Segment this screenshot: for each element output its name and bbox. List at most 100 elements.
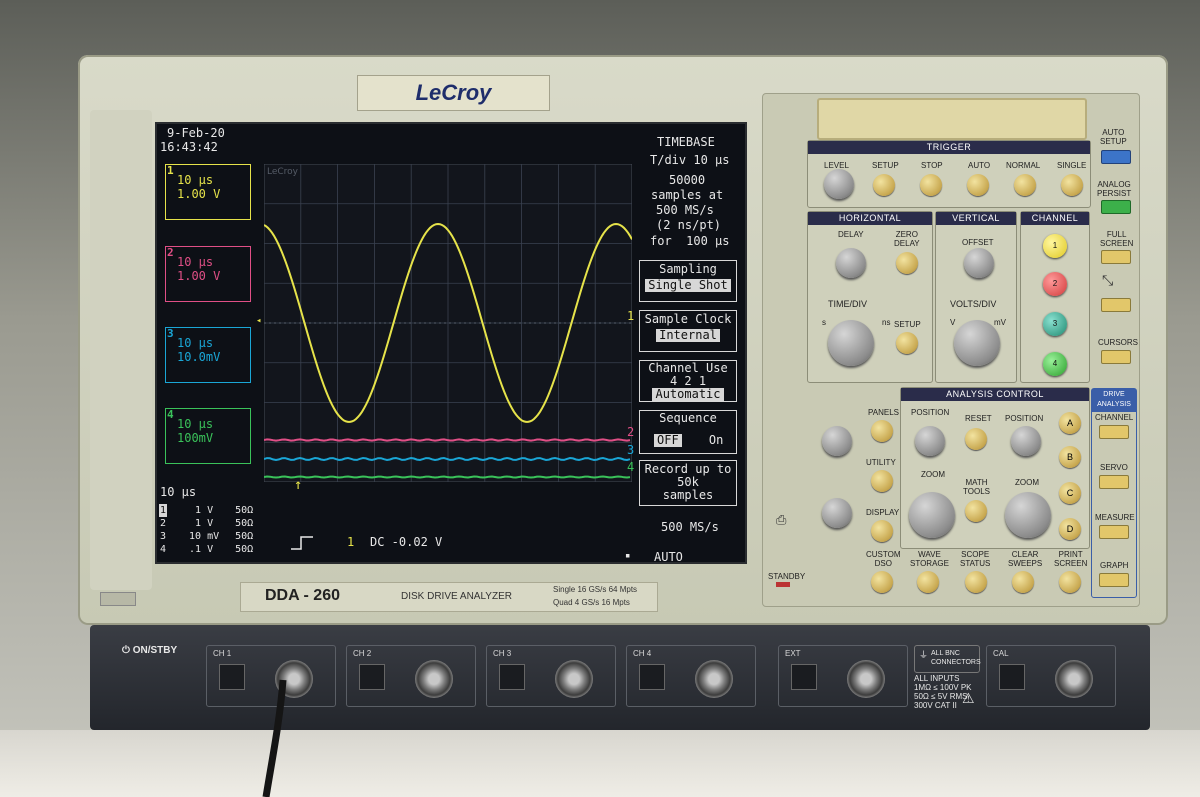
bnc-connector-ext[interactable] bbox=[847, 660, 885, 698]
analysis-position-knob[interactable] bbox=[915, 426, 945, 456]
volts-div-knob[interactable] bbox=[954, 320, 1000, 366]
measure-button[interactable] bbox=[1099, 525, 1129, 539]
analysis-reset-button[interactable] bbox=[965, 428, 987, 450]
model-spec-single: Single 16 GS/s 64 Mpts bbox=[553, 585, 638, 594]
marker-ch2: 2 bbox=[627, 425, 635, 439]
trace-ch2 bbox=[264, 438, 631, 442]
marker-ch1: 1 bbox=[627, 309, 635, 323]
channel-1-button[interactable]: 1 bbox=[1043, 234, 1067, 258]
analog-persist-button[interactable] bbox=[1101, 200, 1131, 214]
graph-label: GRAPH bbox=[1100, 561, 1129, 570]
model-plate: DDA - 260 DISK DRIVE ANALYZER Single 16 … bbox=[240, 582, 658, 612]
screen-date: 9-Feb-20 bbox=[167, 126, 225, 140]
analysis-c-button[interactable]: C bbox=[1059, 482, 1081, 504]
full-screen-button[interactable] bbox=[1101, 250, 1131, 264]
wave-storage-label: WAVE STORAGE bbox=[910, 550, 949, 568]
trigger-setup-button[interactable] bbox=[873, 174, 895, 196]
channel-2-box[interactable]: 2 10 μs 1.00 V bbox=[165, 246, 251, 302]
trigger-stop-button[interactable] bbox=[920, 174, 942, 196]
trigger-normal-button[interactable] bbox=[1014, 174, 1036, 196]
warning-icon: ⚠ bbox=[962, 690, 975, 706]
math-tools-button[interactable] bbox=[965, 500, 987, 522]
analysis-a-button[interactable]: A bbox=[1059, 412, 1081, 434]
channel-1-box[interactable]: 1 10 μs 1.00 V bbox=[165, 164, 251, 220]
trigger-level-knob[interactable] bbox=[824, 169, 854, 199]
scope-status-button[interactable] bbox=[965, 571, 987, 593]
delay-knob[interactable] bbox=[836, 248, 866, 278]
servo-button[interactable] bbox=[1099, 475, 1129, 489]
sampling-menu[interactable]: Sampling Single Shot bbox=[639, 260, 737, 302]
channel-4-button[interactable]: 4 bbox=[1043, 352, 1067, 376]
channel-use-value: Automatic bbox=[652, 388, 724, 401]
trigger-coupling-level: DC -0.02 V bbox=[370, 535, 443, 549]
measure-tool-button[interactable] bbox=[1101, 298, 1131, 312]
channel-2-button[interactable]: 2 bbox=[1043, 272, 1067, 296]
trigger-position-arrow: ↑ bbox=[294, 477, 303, 493]
bnc-info-badge: ⏚ ALL BNC CONNECTORS bbox=[914, 645, 981, 673]
trigger-auto-button[interactable] bbox=[967, 174, 989, 196]
softkey-7-knob[interactable] bbox=[822, 498, 852, 528]
channel-4-box[interactable]: 4 10 μs 100mV bbox=[165, 408, 251, 464]
analysis-zoom-knob[interactable] bbox=[909, 492, 955, 538]
cursors-button[interactable] bbox=[1101, 350, 1131, 364]
custom-dso-button[interactable] bbox=[871, 571, 893, 593]
graph-button[interactable] bbox=[1099, 573, 1129, 587]
input-ch1-label: CH 1 bbox=[213, 649, 232, 658]
analysis-b-button[interactable]: B bbox=[1059, 446, 1081, 468]
trigger-level-marker-left: ◂ bbox=[256, 316, 262, 326]
analysis-zoom2-knob[interactable] bbox=[1005, 492, 1051, 538]
analysis-d-button[interactable]: D bbox=[1059, 518, 1081, 540]
clear-sweeps-button[interactable] bbox=[1012, 571, 1034, 593]
horizontal-setup-label: SETUP bbox=[894, 320, 921, 329]
analysis-position2-knob[interactable] bbox=[1011, 426, 1041, 456]
bnc-connector-ch1[interactable] bbox=[275, 660, 313, 698]
horizontal-setup-button[interactable] bbox=[896, 332, 918, 354]
analysis-control-group: ANALYSIS CONTROL POSITION RESET POSITION… bbox=[900, 387, 1090, 549]
record-menu[interactable]: Record up to 50k samples bbox=[639, 460, 737, 506]
horizontal-group: HORIZONTAL DELAY ZERO DELAY TIME/DIV s n… bbox=[807, 211, 933, 383]
analysis-title: ANALYSIS CONTROL bbox=[901, 388, 1089, 401]
softkey-6-knob[interactable] bbox=[822, 426, 852, 456]
drive-channel-button[interactable] bbox=[1099, 425, 1129, 439]
analysis-reset-label: RESET bbox=[965, 414, 992, 423]
volts-div-label: VOLTS/DIV bbox=[950, 299, 997, 309]
scope-screen: 9-Feb-20 16:43:42 1 10 μs 1.00 V 2 10 μs… bbox=[155, 122, 747, 564]
channel-3-button[interactable]: 3 bbox=[1043, 312, 1067, 336]
zero-delay-button[interactable] bbox=[896, 252, 918, 274]
time-div-knob[interactable] bbox=[828, 320, 874, 366]
floppy-drive[interactable] bbox=[817, 98, 1087, 140]
trigger-single-label: SINGLE bbox=[1057, 161, 1087, 170]
trigger-auto-label: AUTO bbox=[968, 161, 991, 170]
trigger-channel: 1 bbox=[347, 535, 355, 549]
sequence-menu[interactable]: Sequence OFF On bbox=[639, 410, 737, 454]
bnc-connector-ch3[interactable] bbox=[555, 660, 593, 698]
channel-3-box[interactable]: 3 10 μs 10.0mV bbox=[165, 327, 251, 383]
timebase-tdiv: T/div 10 μs bbox=[650, 153, 730, 167]
channel-summary: 1 1 V 50Ω 2 1 V 50Ω 3 10 mV 50Ω 4 .1 V 5… bbox=[159, 504, 253, 556]
timebase-duration: for 100 μs bbox=[650, 234, 730, 248]
sequence-on: On bbox=[708, 433, 724, 447]
record-line3: samples bbox=[662, 488, 714, 502]
bottom-timediv: 10 μs bbox=[160, 485, 197, 499]
power-button[interactable]: ⏻ ON/STBY bbox=[122, 645, 177, 656]
offset-knob[interactable] bbox=[964, 248, 994, 278]
channel-use-menu[interactable]: Channel Use 4 2 1 Automatic bbox=[639, 360, 737, 402]
auto-setup-button[interactable] bbox=[1101, 150, 1131, 164]
standby-indicator bbox=[100, 592, 136, 606]
sample-clock-menu[interactable]: Sample Clock Internal bbox=[639, 310, 737, 352]
input-ch4: CH 4 bbox=[626, 645, 756, 707]
power-label: ON/STBY bbox=[132, 645, 178, 656]
print-screen-button[interactable] bbox=[1059, 571, 1081, 593]
clear-sweeps-label: CLEAR SWEEPS bbox=[1008, 550, 1043, 568]
trigger-single-button[interactable] bbox=[1061, 174, 1083, 196]
screen-time: 16:43:42 bbox=[160, 140, 218, 154]
display-button[interactable] bbox=[871, 520, 893, 542]
bnc-connector-cal[interactable] bbox=[1055, 660, 1093, 698]
bnc-connector-ch4[interactable] bbox=[695, 660, 733, 698]
wave-storage-button[interactable] bbox=[917, 571, 939, 593]
panels-label: PANELS bbox=[868, 408, 899, 417]
panels-button[interactable] bbox=[871, 420, 893, 442]
probe-interface-icon bbox=[791, 664, 817, 690]
utility-button[interactable] bbox=[871, 470, 893, 492]
bnc-connector-ch2[interactable] bbox=[415, 660, 453, 698]
